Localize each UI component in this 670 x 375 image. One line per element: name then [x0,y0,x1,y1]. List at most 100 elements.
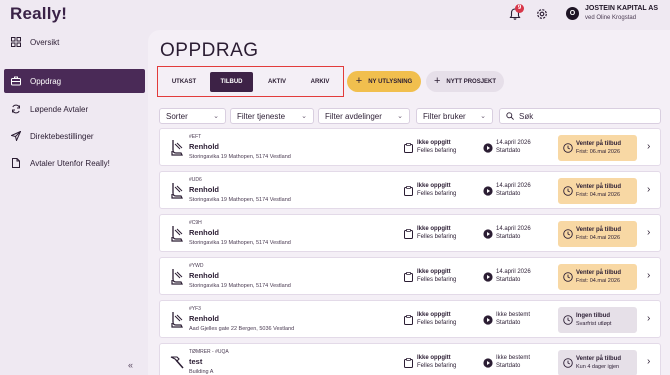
tab-utkast[interactable]: UTKAST [164,72,204,92]
row-service: Renhold [189,185,219,194]
offer-row[interactable]: #YWD Renhold Storingavika 19 Mathopen, 5… [159,257,661,295]
row-address: Storingavika 19 Mathopen, 5174 Vestland [189,197,291,203]
row-code: #YWD [189,263,204,269]
status-deadline: Frist: 04.mai 2026 [576,278,621,284]
row-service: test [189,357,203,366]
row-start-date: 14.april 2026 [496,269,531,275]
clipboard-icon [404,229,413,239]
start-date-icon [483,229,493,239]
status-title: Venter på tilbud [576,184,622,190]
row-start-date: 14.april 2026 [496,226,531,232]
plus-icon: + [355,75,363,87]
sidebar-item-avtaler-utenfor[interactable]: Avtaler Utenfor Really! [4,151,145,175]
chevron-right-icon[interactable]: › [647,141,650,152]
department-filter-select[interactable]: Filter avdelinger ⌄ [318,108,410,124]
user-filter-select[interactable]: Filter bruker ⌄ [416,108,493,124]
chevron-right-icon[interactable]: › [647,313,650,324]
row-price: Ikke oppgitt [417,355,451,361]
row-price: Ikke oppgitt [417,183,451,189]
top-bar: Really! 9 O JOSTEIN KAPITAL AS ved Oline… [0,0,670,30]
row-start-date: 14.april 2026 [496,140,531,146]
clipboard-icon [404,143,413,153]
new-project-label: NYTT PROSJEKT [446,78,497,85]
tab-aktiv[interactable]: AKTIV [259,72,295,92]
row-start-date-label: Startdato [496,320,521,326]
search-input[interactable]: Søk [499,108,661,124]
row-address: Building A [189,369,214,375]
sidebar-item-label: Avtaler Utenfor Really! [30,158,110,168]
new-tender-button[interactable]: + NY UTLYSNING [347,71,421,92]
row-start-date: Ikke bestemt [496,312,531,318]
sidebar-item-direktebestillinger[interactable]: Direktebestillinger [4,124,145,148]
new-tender-label: NY UTLYSNING [368,78,413,85]
refresh-icon [12,104,20,114]
clipboard-icon [404,315,413,325]
row-address: Aad Gjelles gate 22 Bergen, 5036 Vestlan… [189,326,295,332]
status-deadline: Frist: 04.mai 2026 [576,192,621,198]
chevron-down-icon: ⌄ [213,113,219,120]
user-filter-label: Filter bruker [423,111,466,121]
collapse-sidebar-button[interactable]: « [128,360,133,370]
chevron-right-icon[interactable]: › [647,184,650,195]
row-start-date: Ikke bestemt [496,355,531,361]
sidebar-item-oversikt[interactable]: Oversikt [4,30,145,54]
clock-icon [563,272,573,282]
sort-select[interactable]: Sorter ⌄ [159,108,226,124]
offer-row[interactable]: #C9H Renhold Storingavika 19 Mathopen, 5… [159,214,661,252]
row-start-date-label: Startdato [496,363,521,369]
status-deadline: Frist: 04.mai 2026 [576,235,621,241]
status-badge: Venter på tilbud Frist: 06.mai 2026 [558,135,637,161]
clock-icon [563,315,573,325]
chevron-right-icon[interactable]: › [647,270,650,281]
start-date-icon [483,272,493,282]
offer-row[interactable]: #EFT Renhold Storingavika 19 Mathopen, 5… [159,128,661,166]
row-start-date-label: Startdato [496,277,521,283]
start-date-icon [483,186,493,196]
app-logo[interactable]: Really! [10,4,67,24]
offer-row[interactable]: #YF3 Renhold Aad Gjelles gate 22 Bergen,… [159,300,661,338]
chevron-down-icon: ⌄ [480,113,486,120]
service-filter-label: Filter tjeneste [237,111,286,121]
row-code: #UD6 [189,177,202,183]
tab-tilbud[interactable]: TILBUD [210,72,253,92]
row-price-note: Felles befaring [417,277,457,283]
vacuum-icon [171,312,183,328]
row-service: Renhold [189,271,219,280]
company-name[interactable]: JOSTEIN KAPITAL AS [585,5,658,12]
row-service: Renhold [189,228,219,237]
row-price-note: Felles befaring [417,148,457,154]
offer-row[interactable]: #UD6 Renhold Storingavika 19 Mathopen, 5… [159,171,661,209]
offer-row[interactable]: TØMRER - #UQA test Building A Ikke oppgi… [159,343,661,375]
clipboard-icon [404,272,413,282]
start-date-icon [483,315,493,325]
sidebar-item-label: Oppdrag [30,76,62,86]
search-placeholder: Søk [519,111,534,121]
vacuum-icon [171,183,183,199]
status-badge: Venter på tilbud Frist: 04.mai 2026 [558,221,637,247]
avatar[interactable]: O [566,7,579,20]
status-badge: Ingen tilbud Svarfrist utløpt [558,307,637,333]
row-service: Renhold [189,314,219,323]
row-code: #YF3 [189,306,201,312]
clock-icon [563,186,573,196]
department-filter-label: Filter avdelinger [325,111,382,121]
status-title: Venter på tilbud [576,141,622,147]
sidebar-item-lopende-avtaler[interactable]: Løpende Avtaler [4,97,145,121]
service-filter-select[interactable]: Filter tjeneste ⌄ [230,108,314,124]
row-start-date-label: Startdato [496,234,521,240]
gear-icon[interactable] [535,7,549,21]
sidebar-item-oppdrag[interactable]: Oppdrag [4,69,145,93]
status-title: Ingen tilbud [576,313,610,319]
new-project-button[interactable]: + NYTT PROSJEKT [426,71,504,92]
chevron-down-icon: ⌄ [301,113,307,120]
status-title: Venter på tilbud [576,227,622,233]
row-price-note: Felles befaring [417,191,457,197]
row-code: TØMRER - #UQA [189,349,229,355]
start-date-icon [483,358,493,368]
status-title: Venter på tilbud [576,270,622,276]
clock-icon [563,143,573,153]
chevron-right-icon[interactable]: › [647,356,650,367]
page-title: OPPDRAG [160,40,259,61]
chevron-right-icon[interactable]: › [647,227,650,238]
tab-arkiv[interactable]: ARKIV [301,72,339,92]
